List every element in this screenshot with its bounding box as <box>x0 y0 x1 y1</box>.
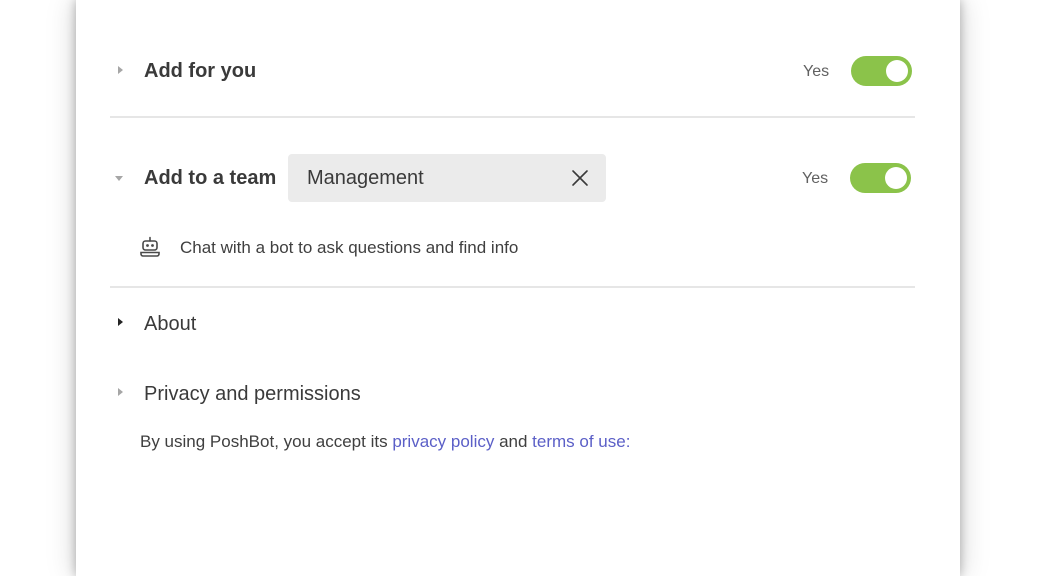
add-to-team-label[interactable]: Add to a team <box>144 166 276 190</box>
chevron-right-icon[interactable] <box>118 66 123 74</box>
add-for-you-toggle[interactable] <box>851 56 912 86</box>
about-label[interactable]: About <box>144 312 196 336</box>
bot-capability-text: Chat with a bot to ask questions and fin… <box>180 238 519 257</box>
chevron-down-icon[interactable] <box>115 176 123 181</box>
add-for-you-label[interactable]: Add for you <box>144 59 256 83</box>
chevron-right-icon[interactable] <box>118 318 123 326</box>
policy-text-middle: and <box>494 432 533 451</box>
team-select-value: Management <box>307 167 424 189</box>
section-divider <box>110 116 915 118</box>
app-details-panel: Add for you Yes Add to a team Management… <box>76 0 960 576</box>
privacy-policy-text: By using PoshBot, you accept its privacy… <box>140 432 630 452</box>
policy-text-before: By using PoshBot, you accept its <box>140 432 393 451</box>
policy-text-after: : <box>625 432 631 451</box>
privacy-policy-link[interactable]: privacy policy <box>392 432 494 451</box>
team-select-field[interactable]: Management <box>288 154 606 202</box>
privacy-label[interactable]: Privacy and permissions <box>144 382 361 406</box>
add-to-team-toggle[interactable] <box>850 163 911 193</box>
section-divider <box>110 286 915 288</box>
chevron-right-icon[interactable] <box>118 388 123 396</box>
add-for-you-status: Yes <box>803 63 830 80</box>
add-to-team-status: Yes <box>802 170 829 187</box>
toggle-knob <box>885 167 907 189</box>
close-icon[interactable] <box>570 168 590 188</box>
toggle-knob <box>886 60 908 82</box>
bot-icon <box>140 236 160 257</box>
terms-of-use-link[interactable]: terms of use <box>532 432 626 451</box>
